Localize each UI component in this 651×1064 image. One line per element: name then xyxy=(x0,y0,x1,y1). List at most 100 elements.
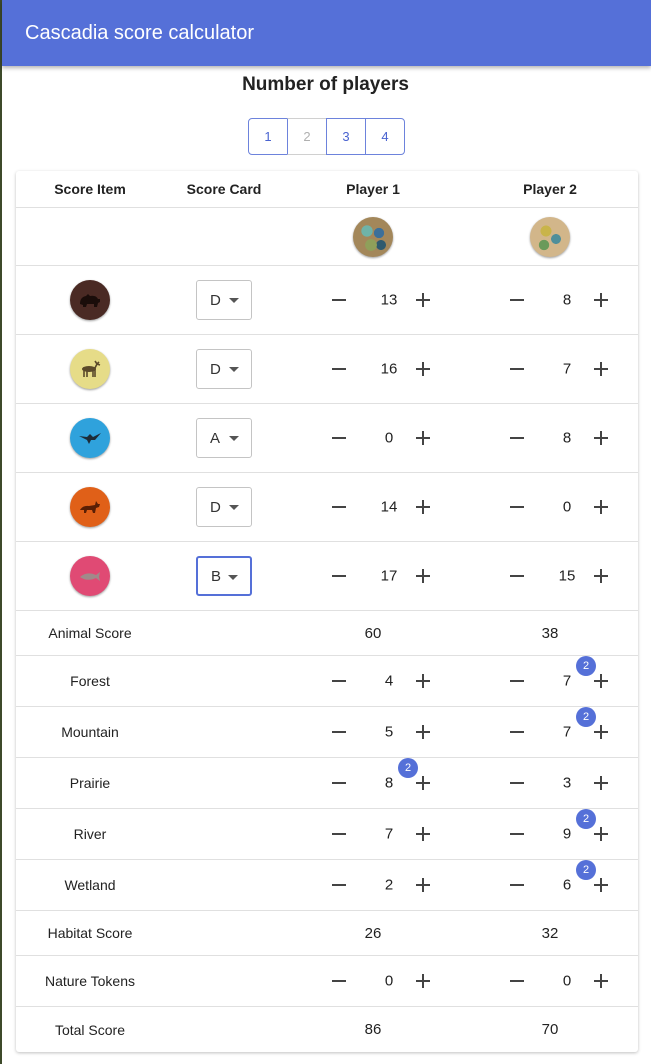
habitat-label: Prairie xyxy=(69,775,111,791)
hawk-icon xyxy=(70,418,110,458)
mountain-p2-increment-button[interactable] xyxy=(594,725,608,739)
nature-tokens-p1-value: 0 xyxy=(384,972,394,990)
salmon-icon xyxy=(70,556,110,596)
player-count-3-button[interactable]: 3 xyxy=(326,118,366,155)
score-table: Score Item Score Card Player 1 Player 2 … xyxy=(16,171,638,1052)
prairie-p1-increment-button[interactable] xyxy=(416,776,430,790)
forest-p2-decrement-button[interactable] xyxy=(510,680,524,682)
mountain-p2-decrement-button[interactable] xyxy=(510,731,524,733)
elk-p2-increment-button[interactable] xyxy=(594,362,608,376)
mountain-p1-value: 5 xyxy=(384,723,394,741)
wetland-p2-decrement-button[interactable] xyxy=(510,884,524,886)
forest-p1-value: 4 xyxy=(384,672,394,690)
river-p1-decrement-button[interactable] xyxy=(332,833,346,835)
bear-p2-increment-button[interactable] xyxy=(594,293,608,307)
fox-icon xyxy=(70,487,110,527)
salmon-p1-increment-button[interactable] xyxy=(416,569,430,583)
bear-p1-increment-button[interactable] xyxy=(416,293,430,307)
mountain-p1-increment-button[interactable] xyxy=(416,725,430,739)
player-1-avatar xyxy=(353,216,393,257)
elk-p1-decrement-button[interactable] xyxy=(332,368,346,370)
hawk-p2-value: 8 xyxy=(562,429,572,447)
salmon-p2-increment-button[interactable] xyxy=(594,569,608,583)
wetland-p1-increment-button[interactable] xyxy=(416,878,430,892)
salmon-p2-decrement-button[interactable] xyxy=(510,575,524,577)
forest-p1-decrement-button[interactable] xyxy=(332,680,346,682)
wetland-p2-bonus-badge: 2 xyxy=(576,860,596,880)
player-count-4-button[interactable]: 4 xyxy=(365,118,405,155)
mountain-p2-bonus-badge: 2 xyxy=(576,707,596,727)
fox-p1-decrement-button[interactable] xyxy=(332,506,346,508)
river-p2-decrement-button[interactable] xyxy=(510,833,524,835)
header-player-2: Player 2 xyxy=(523,181,577,197)
elk-p2-decrement-button[interactable] xyxy=(510,368,524,370)
habitat-score-p1: 26 xyxy=(364,924,382,942)
wetland-p2-increment-button[interactable] xyxy=(594,878,608,892)
animal-score-label: Animal Score xyxy=(48,625,132,641)
hawk-p1-increment-button[interactable] xyxy=(416,431,430,445)
mountain-p2-value: 7 xyxy=(562,723,572,741)
river-p2-increment-button[interactable] xyxy=(594,827,608,841)
prairie-p2-increment-button[interactable] xyxy=(594,776,608,790)
forest-p2-increment-button[interactable] xyxy=(594,674,608,688)
habitat-score-label: Habitat Score xyxy=(47,925,133,941)
hawk-p1-value: 0 xyxy=(384,429,394,447)
app-bar: Cascadia score calculator xyxy=(2,0,651,66)
forest-p1-increment-button[interactable] xyxy=(416,674,430,688)
bear-p2-decrement-button[interactable] xyxy=(510,299,524,301)
wetland-p1-decrement-button[interactable] xyxy=(332,884,346,886)
elk-p1-value: 16 xyxy=(380,360,398,378)
prairie-p1-decrement-button[interactable] xyxy=(332,782,346,784)
nature-tokens-label: Nature Tokens xyxy=(44,973,135,989)
hawk-p1-decrement-button[interactable] xyxy=(332,437,346,439)
nature-tokens-p1-decrement-button[interactable] xyxy=(332,980,346,982)
player-count-2-button[interactable]: 2 xyxy=(287,118,327,155)
app-title: Cascadia score calculator xyxy=(25,21,254,44)
wetland-p1-value: 2 xyxy=(384,876,394,894)
hawk-p2-decrement-button[interactable] xyxy=(510,437,524,439)
fox-p2-decrement-button[interactable] xyxy=(510,506,524,508)
player-count-toggle-group: 1 2 3 4 xyxy=(248,118,405,155)
forest-p2-bonus-badge: 2 xyxy=(576,656,596,676)
salmon-p1-value: 17 xyxy=(380,567,398,585)
habitat-label: Wetland xyxy=(64,877,116,893)
score-card-select-fox[interactable]: D xyxy=(196,487,252,527)
animal-row-salmon: B 17 15 xyxy=(16,542,638,611)
player-2-avatar xyxy=(530,216,570,257)
habitat-label: Mountain xyxy=(61,724,119,740)
score-card-select-salmon[interactable]: B xyxy=(196,556,252,596)
fox-p2-increment-button[interactable] xyxy=(594,500,608,514)
wetland-p2-value: 6 xyxy=(562,876,572,894)
hawk-p2-increment-button[interactable] xyxy=(594,431,608,445)
bear-p2-value: 8 xyxy=(562,291,572,309)
animal-row-hawk: A 0 8 xyxy=(16,404,638,473)
prairie-p1-value: 8 xyxy=(384,774,394,792)
salmon-p2-value: 15 xyxy=(558,567,576,585)
mountain-p1-decrement-button[interactable] xyxy=(332,731,346,733)
habitat-row-forest: Forest 4 7 2 xyxy=(16,656,638,707)
river-p1-increment-button[interactable] xyxy=(416,827,430,841)
total-score-label: Total Score xyxy=(54,1021,126,1038)
nature-tokens-p2-increment-button[interactable] xyxy=(594,974,608,988)
prairie-p2-decrement-button[interactable] xyxy=(510,782,524,784)
score-card-select-hawk[interactable]: A xyxy=(196,418,252,458)
prairie-p2-value: 3 xyxy=(562,774,572,792)
habitat-row-wetland: Wetland 2 6 2 xyxy=(16,860,638,911)
score-card-select-elk[interactable]: D xyxy=(196,349,252,389)
nature-tokens-p2-decrement-button[interactable] xyxy=(510,980,524,982)
river-p2-value: 9 xyxy=(562,825,572,843)
salmon-p1-decrement-button[interactable] xyxy=(332,575,346,577)
total-score-p1: 86 xyxy=(364,1021,382,1038)
score-card-select-bear[interactable]: D xyxy=(196,280,252,320)
fox-p1-value: 14 xyxy=(380,498,398,516)
fox-p1-increment-button[interactable] xyxy=(416,500,430,514)
elk-icon xyxy=(70,349,110,389)
habitat-row-prairie: Prairie 8 2 3 xyxy=(16,758,638,809)
river-p2-bonus-badge: 2 xyxy=(576,809,596,829)
player-count-1-button[interactable]: 1 xyxy=(248,118,288,155)
river-p1-value: 7 xyxy=(384,825,394,843)
bear-p1-decrement-button[interactable] xyxy=(332,299,346,301)
nature-tokens-p1-increment-button[interactable] xyxy=(416,974,430,988)
elk-p1-increment-button[interactable] xyxy=(416,362,430,376)
animal-score-p1: 60 xyxy=(364,624,382,642)
